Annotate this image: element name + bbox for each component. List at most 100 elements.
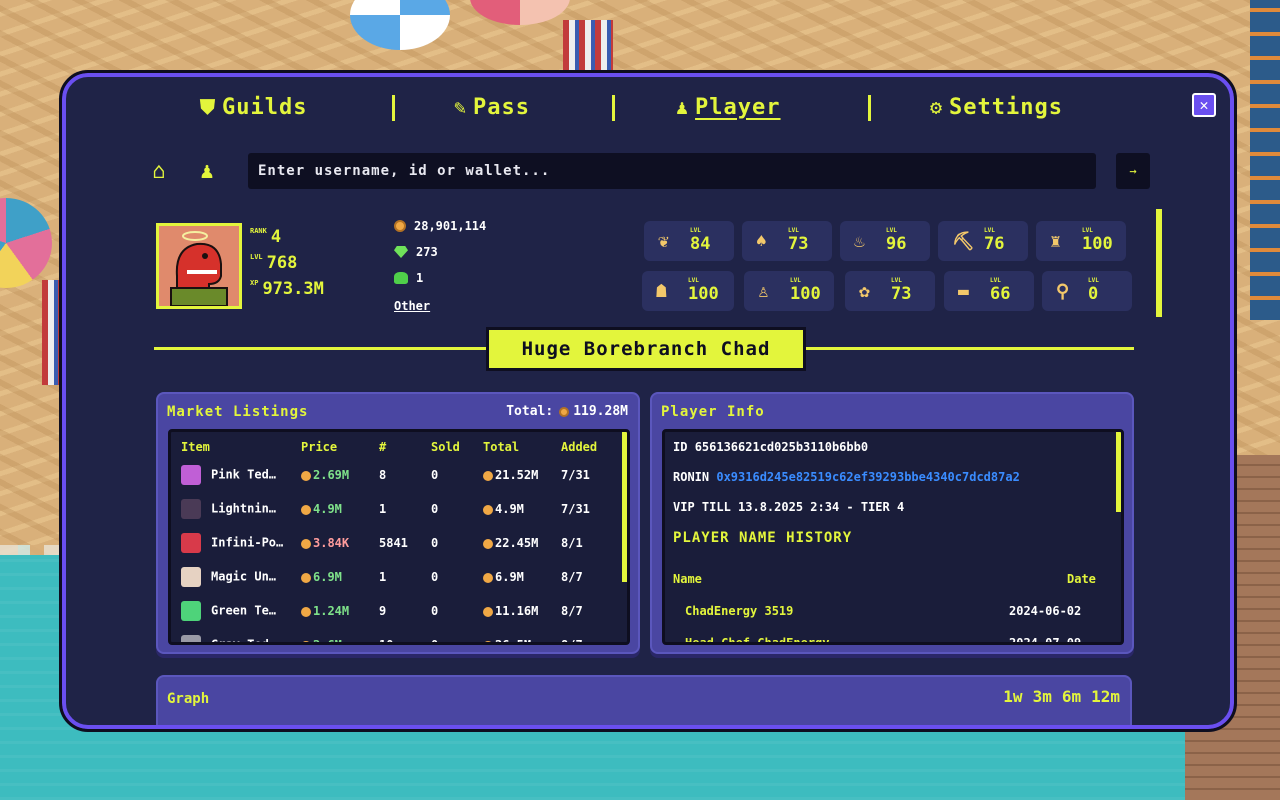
table-row[interactable]: Pink Ted… 2.69M 8 0 21.52M 7/31 [181, 458, 617, 492]
skill-badge[interactable]: ❦ LVL 84 [644, 221, 734, 261]
skill-level-value: 73 [891, 284, 912, 304]
level-value: 768 [266, 253, 298, 273]
tab-pass[interactable]: ✎ Pass [454, 89, 530, 125]
range-12m-button[interactable]: 12m [1091, 687, 1120, 706]
sold-cell: 0 [431, 536, 439, 550]
player-modal: ⛊ Guilds ✎ Pass ♟ Player ⚙ Settings ✕ ⌂ … [59, 70, 1237, 732]
total-value: 119.28M [573, 404, 628, 419]
item-name: Infini-Po… [211, 535, 284, 550]
range-1w-button[interactable]: 1w [1003, 687, 1022, 706]
id-label: ID [673, 440, 688, 454]
price-cell: 3.84K [301, 526, 379, 560]
paw-icon: ✿ [859, 280, 870, 302]
col-price[interactable]: Price [301, 432, 379, 458]
sold-cell: 0 [431, 502, 439, 516]
profile-button[interactable]: ♟ [194, 157, 220, 185]
coin-icon [483, 572, 493, 583]
range-3m-button[interactable]: 3m [1033, 687, 1052, 706]
coin-icon [301, 504, 311, 515]
tab-player[interactable]: ♟ Player [676, 89, 781, 125]
table-row[interactable]: Infini-Po… 3.84K 5841 0 22.45M 8/1 [181, 526, 617, 560]
table-row[interactable]: Magic Un… 6.9M 1 0 6.9M 8/7 [181, 560, 617, 594]
dino-avatar-icon [170, 231, 228, 307]
tab-guilds[interactable]: ⛊ Guilds [200, 89, 307, 125]
skill-badge[interactable]: ♨ LVL 96 [840, 221, 930, 261]
ronin-wallet-link[interactable]: 0x9316d245e82519c62ef39293bbe4340c7dcd87… [716, 470, 1019, 484]
price-value: 6.9M [313, 570, 342, 584]
total-value: 11.16M [495, 604, 539, 618]
item-icon [181, 635, 201, 642]
user-icon: ♟ [200, 158, 214, 184]
skill-badge[interactable]: ▬ LVL 66 [944, 271, 1034, 311]
tab-settings[interactable]: ⚙ Settings [930, 89, 1063, 125]
item-icon [181, 465, 201, 485]
range-6m-button[interactable]: 6m [1062, 687, 1081, 706]
table-row[interactable]: Lightnin… 4.9M 1 0 4.9M 7/31 [181, 492, 617, 526]
item-icon [181, 499, 201, 519]
total-value: 4.9M [495, 502, 524, 516]
col-total[interactable]: Total [483, 432, 561, 458]
other-link[interactable]: Other [394, 299, 430, 313]
tab-label: Pass [473, 94, 531, 120]
col-count[interactable]: # [379, 432, 431, 458]
shop-building [1250, 0, 1280, 320]
price-cell: 2.6M [301, 628, 379, 642]
id-value: 656136621cd025b3110b6bb0 [694, 440, 869, 454]
col-added[interactable]: Added [561, 432, 617, 458]
home-button[interactable]: ⌂ [146, 157, 172, 185]
mushroom-icon: ♠ [756, 230, 767, 252]
history-name: Head Chef ChadEnergy [685, 636, 830, 645]
skill-badge[interactable]: ☗ LVL 100 [642, 271, 734, 311]
col-sold[interactable]: Sold [431, 432, 483, 458]
market-total: Total: 119.28M [506, 404, 628, 419]
col-item[interactable]: Item [181, 432, 301, 458]
arrow-right-icon: → [1129, 164, 1137, 178]
tab-separator [868, 95, 871, 121]
skill-level-label: LVL [1088, 277, 1099, 284]
tab-bar: ⛊ Guilds ✎ Pass ♟ Player ⚙ Settings [66, 89, 1230, 125]
price-value: 1.24M [313, 604, 350, 618]
skill-badge[interactable]: ✿ LVL 73 [845, 271, 935, 311]
land-icon [394, 272, 408, 284]
player-ronin: RONIN 0x9316d245e82519c62ef39293bbe4340c… [673, 470, 1020, 484]
search-go-button[interactable]: → [1116, 153, 1150, 189]
xp-stat: XP 973.3M [250, 279, 324, 299]
market-table-container[interactable]: Item Price # Sold Total Added Pink Ted… 2… [168, 429, 630, 645]
table-row[interactable]: Gray Ted… 2.6M 10 0 26.5M 8/7 [181, 628, 617, 645]
added-cell: 8/1 [561, 536, 583, 550]
player-info-container[interactable]: ID 656136621cd025b3110b6bb0 RONIN 0x9316… [662, 429, 1124, 645]
total-cell: 22.45M [483, 526, 561, 560]
skill-badge[interactable]: ♜ LVL 100 [1036, 221, 1126, 261]
price-value: 4.9M [313, 502, 342, 516]
skill-level-value: 84 [690, 234, 711, 254]
skill-badge[interactable]: ♠ LVL 73 [742, 221, 832, 261]
skill-badge[interactable]: ⛏ LVL 76 [938, 221, 1028, 261]
search-input[interactable] [248, 153, 1096, 189]
total-value: 21.52M [495, 468, 539, 482]
info-title: Player Info [661, 404, 765, 420]
skill-badge[interactable]: ⚲ LVL 0 [1042, 271, 1132, 311]
skill-level-label: LVL [1082, 227, 1093, 234]
skills-scrollbar[interactable] [1156, 209, 1162, 317]
graph-panel: Graph 1w 3m 6m 12m [156, 675, 1132, 725]
coin-icon [301, 572, 311, 583]
skill-badge[interactable]: ♙ LVL 100 [744, 271, 834, 311]
price-cell: 4.9M [301, 492, 379, 526]
item-icon [181, 533, 201, 553]
coin-icon [483, 606, 493, 617]
history-col-name: Name [673, 572, 702, 586]
skill-level-value: 96 [886, 234, 907, 254]
item-icon [181, 567, 201, 587]
market-scrollbar[interactable] [622, 432, 627, 582]
skill-level-value: 66 [990, 284, 1011, 304]
table-row[interactable]: Green Te… 1.24M 9 0 11.16M 8/7 [181, 594, 617, 628]
tab-separator [612, 95, 615, 121]
info-scrollbar[interactable] [1116, 432, 1121, 512]
gems-row: 273 [394, 245, 438, 259]
sold-cell: 0 [431, 638, 439, 645]
home-icon: ⌂ [152, 158, 166, 184]
total-label: Total: [506, 404, 554, 419]
table-header: Item Price # Sold Total Added [181, 432, 617, 458]
skill-level-value: 76 [984, 234, 1005, 254]
close-button[interactable]: ✕ [1192, 93, 1216, 117]
